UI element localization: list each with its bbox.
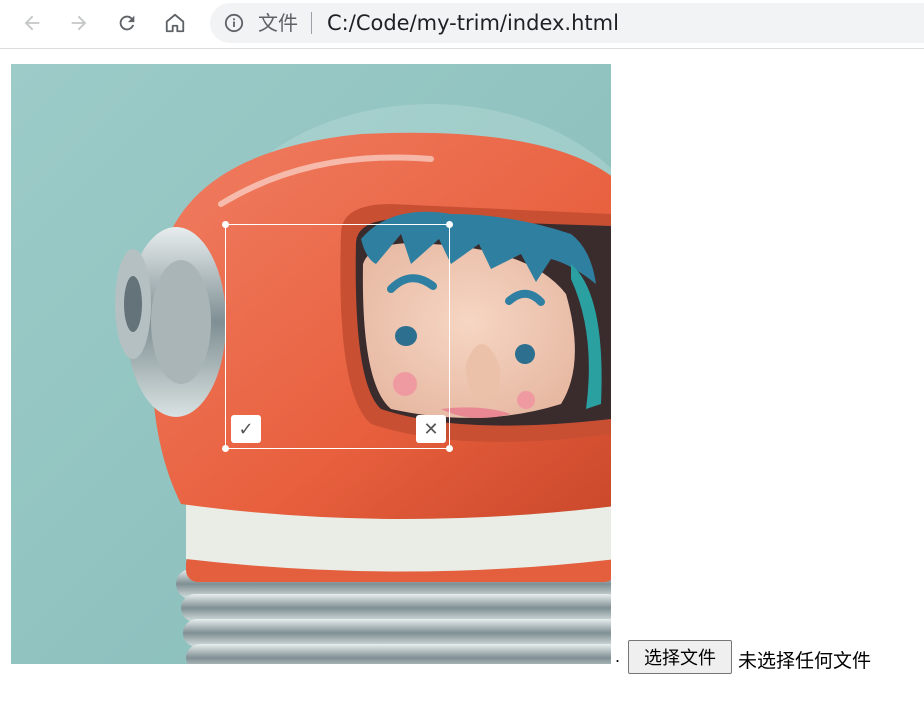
arrow-right-icon xyxy=(71,15,87,31)
back-button[interactable] xyxy=(15,6,49,40)
home-icon xyxy=(165,13,185,33)
arrow-left-icon xyxy=(24,15,40,31)
crop-selection-box[interactable]: ✓ ✕ xyxy=(222,221,453,452)
url-text[interactable]: C:/Code/my-trim/index.html xyxy=(327,11,619,35)
info-icon[interactable] xyxy=(224,13,244,33)
close-icon: ✕ xyxy=(423,418,439,439)
crop-handle-top-left[interactable] xyxy=(222,221,229,228)
file-status-text: 未选择任何文件 xyxy=(738,650,872,672)
home-button[interactable] xyxy=(158,6,192,40)
address-separator xyxy=(311,12,312,34)
crop-handle-bottom-left[interactable] xyxy=(222,445,229,452)
choose-file-button[interactable]: 选择文件 xyxy=(628,640,732,674)
file-scheme-label: 文件 xyxy=(258,11,298,35)
forward-button[interactable] xyxy=(62,6,96,40)
prefix-text: . xyxy=(615,646,621,666)
reload-icon xyxy=(119,15,135,31)
address-bar[interactable]: 文件 C:/Code/my-trim/index.html xyxy=(210,3,924,43)
crop-handle-top-right[interactable] xyxy=(446,221,453,228)
confirm-crop-button[interactable]: ✓ xyxy=(231,415,261,443)
cancel-crop-button[interactable]: ✕ xyxy=(416,415,446,443)
browser-toolbar: 文件 C:/Code/my-trim/index.html xyxy=(0,0,924,49)
check-icon: ✓ xyxy=(238,418,254,439)
crop-handle-bottom-right[interactable] xyxy=(446,445,453,452)
reload-button[interactable] xyxy=(110,6,144,40)
